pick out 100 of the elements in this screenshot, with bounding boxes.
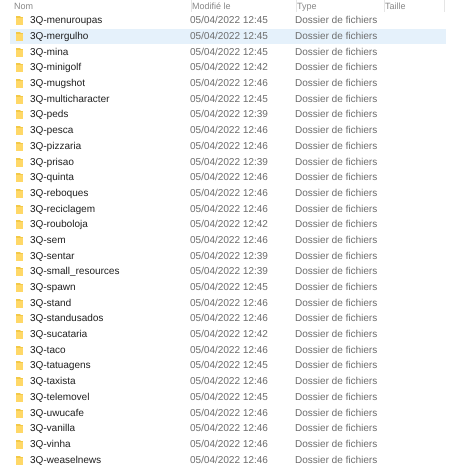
file-type: Dossier de fichiers — [295, 14, 378, 28]
folder-icon — [15, 156, 24, 168]
folder-icon — [15, 344, 24, 356]
folder-row[interactable]: 3Q-weaselnews 05/04/2022 12:46 Dossier de fichiers — [10, 452, 446, 467]
folder-row[interactable]: 3Q-telemovel 05/04/2022 12:45 Dossier de fichiers — [10, 390, 446, 406]
folder-row[interactable]: 3Q-sem 05/04/2022 12:46 Dossier de fichiers — [10, 232, 446, 248]
file-type: Dossier de fichiers — [295, 77, 378, 92]
folder-name: 3Q-spawn — [30, 281, 76, 296]
folder-row[interactable]: 3Q-standusados 05/04/2022 12:46 Dossier de fichiers — [10, 311, 446, 327]
folder-row[interactable]: 3Q-vanilla 05/04/2022 12:46 Dossier de fichiers — [10, 420, 446, 437]
folder-name: 3Q-vanilla — [30, 422, 76, 436]
file-type: Dossier de fichiers — [295, 296, 378, 311]
folder-row[interactable]: 3Q-peds 05/04/2022 12:39 Dossier de fichiers — [10, 107, 446, 123]
folder-icon — [15, 188, 24, 199]
modified-date: 05/04/2022 12:39 — [190, 108, 269, 122]
folder-icon — [15, 172, 24, 184]
folder-icon — [15, 109, 24, 120]
modified-date: 05/04/2022 12:46 — [190, 312, 269, 326]
folder-row[interactable]: 3Q-tatuagens 05/04/2022 12:45 Dossier de fichiers — [10, 358, 446, 374]
file-type: Dossier de fichiers — [295, 454, 378, 467]
modified-date: 05/04/2022 12:39 — [190, 250, 269, 264]
folder-name: 3Q-pesca — [30, 124, 74, 138]
folder-name: 3Q-mergulho — [30, 30, 88, 44]
folder-name: 3Q-multicharacter — [30, 92, 110, 107]
folder-row[interactable]: 3Q-sucataria 05/04/2022 12:42 Dossier de fichiers — [10, 326, 446, 342]
folder-row[interactable]: 3Q-mina 05/04/2022 12:45 Dossier de fichiers — [10, 44, 446, 60]
column-header[interactable]: Nom — [14, 2, 34, 10]
folder-name: 3Q-stand — [30, 296, 72, 311]
folder-name: 3Q-prisao — [30, 156, 74, 170]
file-type: Dossier de fichiers — [295, 359, 378, 374]
modified-date: 05/04/2022 12:42 — [190, 218, 269, 232]
folder-row[interactable]: 3Q-taxista 05/04/2022 12:46 Dossier de fichiers — [10, 374, 446, 390]
folder-row[interactable]: 3Q-pizzaria 05/04/2022 12:46 Dossier de fichiers — [10, 138, 446, 154]
folder-name: 3Q-small_resources — [30, 265, 120, 280]
folder-name: 3Q-weaselnews — [30, 454, 102, 467]
folder-row[interactable]: 3Q-spawn 05/04/2022 12:45 Dossier de fichiers — [10, 280, 446, 296]
modified-date: 05/04/2022 12:46 — [190, 406, 269, 421]
folder-icon — [15, 454, 24, 466]
folder-row[interactable]: 3Q-stand 05/04/2022 12:46 Dossier de fichiers — [10, 295, 446, 312]
file-type: Dossier de fichiers — [295, 281, 378, 296]
modified-date: 05/04/2022 12:46 — [190, 234, 269, 248]
modified-date: 05/04/2022 12:39 — [190, 265, 269, 280]
modified-date: 05/04/2022 12:45 — [190, 359, 269, 374]
folder-icon — [15, 62, 24, 74]
folder-row[interactable]: 3Q-uwucafe 05/04/2022 12:46 Dossier de fichiers — [10, 405, 446, 421]
folder-row[interactable]: 3Q-rouboloja 05/04/2022 12:42 Dossier de fichiers — [10, 216, 446, 233]
folder-icon — [15, 313, 24, 324]
modified-date: 05/04/2022 12:45 — [190, 390, 269, 405]
folder-name: 3Q-quinta — [30, 171, 74, 186]
modified-date: 05/04/2022 12:46 — [190, 375, 269, 390]
modified-date: 05/04/2022 12:45 — [190, 30, 269, 44]
file-type: Dossier de fichiers — [295, 328, 378, 342]
file-type: Dossier de fichiers — [295, 46, 378, 60]
modified-date: 05/04/2022 12:46 — [190, 124, 269, 138]
file-type: Dossier de fichiers — [295, 218, 378, 232]
file-type: Dossier de fichiers — [295, 186, 378, 201]
column-header[interactable]: Modifié le — [192, 2, 231, 10]
file-type: Dossier de fichiers — [295, 312, 378, 326]
folder-row[interactable]: 3Q-vinha 05/04/2022 12:46 Dossier de fichiers — [10, 436, 446, 452]
folder-row[interactable]: 3Q-mugshot 05/04/2022 12:46 Dossier de fichiers — [10, 76, 446, 92]
folder-row[interactable]: 3Q-reboques 05/04/2022 12:46 Dossier de fichiers — [10, 186, 446, 202]
folder-icon — [15, 125, 24, 136]
folder-row[interactable]: 3Q-mergulho 05/04/2022 12:45 Dossier de fichiers — [10, 28, 446, 44]
folder-row[interactable]: 3Q-minigolf 05/04/2022 12:42 Dossier de fichiers — [10, 60, 446, 76]
folder-row[interactable]: 3Q-prisao 05/04/2022 12:39 Dossier de fichiers — [10, 154, 446, 170]
file-type: Dossier de fichiers — [295, 390, 378, 405]
folder-row[interactable]: 3Q-multicharacter 05/04/2022 12:45 Dossier de fichiers — [10, 91, 446, 108]
folder-name: 3Q-telemovel — [30, 390, 90, 405]
file-type: Dossier de fichiers — [295, 344, 378, 358]
folder-name: 3Q-tatuagens — [30, 359, 91, 374]
file-type: Dossier de fichiers — [295, 124, 378, 138]
folder-name: 3Q-sem — [30, 234, 66, 248]
folder-icon — [15, 392, 24, 403]
file-type: Dossier de fichiers — [295, 92, 378, 107]
file-type: Dossier de fichiers — [295, 406, 378, 421]
folder-row[interactable]: 3Q-quinta 05/04/2022 12:46 Dossier de fichiers — [10, 170, 446, 186]
folder-icon — [15, 360, 24, 372]
folder-icon — [15, 408, 24, 419]
folder-row[interactable]: 3Q-reciclagem 05/04/2022 12:46 Dossier de fichiers — [10, 201, 446, 217]
folder-icon — [15, 219, 24, 230]
folder-name: 3Q-taco — [30, 344, 66, 358]
folder-row[interactable]: 3Q-pesca 05/04/2022 12:46 Dossier de fichiers — [10, 122, 446, 138]
file-type: Dossier de fichiers — [295, 140, 378, 154]
file-type: Dossier de fichiers — [295, 30, 378, 44]
folder-row[interactable]: 3Q-sentar 05/04/2022 12:39 Dossier de fichiers — [10, 248, 446, 264]
modified-date: 05/04/2022 12:46 — [190, 77, 269, 92]
folder-row[interactable]: 3Q-small_resources 05/04/2022 12:39 Dossier de fichiers — [10, 264, 446, 280]
folder-name: 3Q-pizzaria — [30, 140, 82, 154]
folder-icon — [15, 329, 24, 340]
modified-date: 05/04/2022 12:46 — [190, 422, 269, 436]
folder-icon — [15, 250, 24, 262]
modified-date: 05/04/2022 12:46 — [190, 454, 269, 467]
folder-row[interactable]: 3Q-menuroupas 05/04/2022 12:45 Dossier de fichiers — [10, 13, 446, 29]
file-type: Dossier de fichiers — [295, 108, 378, 122]
file-type: Dossier de fichiers — [295, 61, 378, 76]
folder-name: 3Q-reboques — [30, 186, 88, 201]
folder-icon — [15, 298, 24, 309]
folder-row[interactable]: 3Q-taco 05/04/2022 12:46 Dossier de fichiers — [10, 342, 446, 358]
modified-date: 05/04/2022 12:45 — [190, 281, 269, 296]
modified-date: 05/04/2022 12:39 — [190, 156, 269, 170]
